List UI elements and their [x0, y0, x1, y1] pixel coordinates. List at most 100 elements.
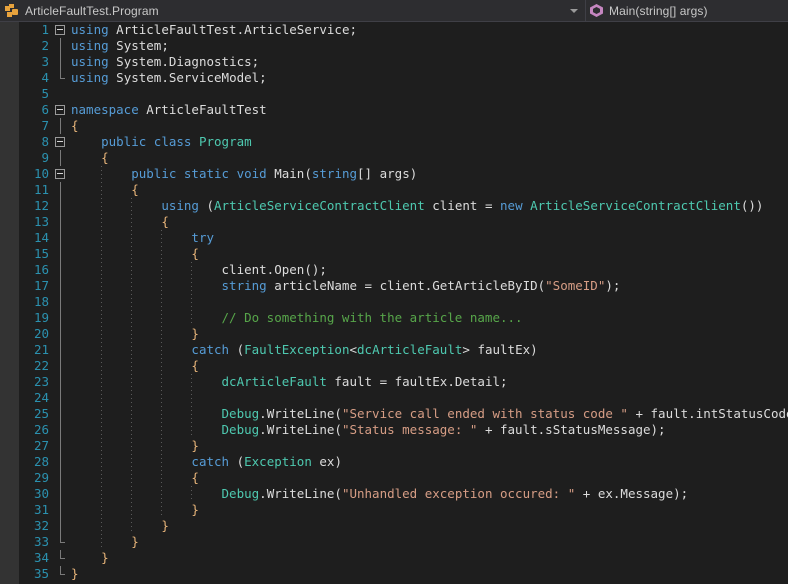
code-text[interactable]: using ArticleFaultTest.ArticleService; [69, 22, 788, 38]
code-surface[interactable]: 1 using ArticleFaultTest.ArticleService; 2… [19, 22, 788, 584]
code-text[interactable] [69, 294, 788, 310]
code-line[interactable]: 34 } [19, 550, 788, 566]
code-line[interactable]: 23 dcArticleFault fault = faultEx.Detail… [19, 374, 788, 390]
outlining-margin[interactable] [53, 550, 69, 566]
code-text[interactable]: client.Open(); [69, 262, 788, 278]
code-line[interactable]: 11 { [19, 182, 788, 198]
code-text[interactable]: { [69, 182, 788, 198]
outlining-margin[interactable] [53, 182, 69, 198]
code-text[interactable]: Debug.WriteLine("Unhandled exception occ… [69, 486, 788, 502]
code-line[interactable]: 35} [19, 566, 788, 582]
outlining-margin[interactable] [53, 246, 69, 262]
code-text[interactable]: Debug.WriteLine("Status message: " + fau… [69, 422, 788, 438]
code-text[interactable]: string articleName = client.GetArticleBy… [69, 278, 788, 294]
code-text[interactable]: catch (Exception ex) [69, 454, 788, 470]
code-text[interactable]: } [69, 326, 788, 342]
code-text[interactable]: } [69, 518, 788, 534]
code-line[interactable]: 1 using ArticleFaultTest.ArticleService; [19, 22, 788, 38]
outlining-margin[interactable] [53, 198, 69, 214]
code-line[interactable]: 10 public static void Main(string[] args… [19, 166, 788, 182]
outlining-margin[interactable] [53, 502, 69, 518]
code-text[interactable]: } [69, 502, 788, 518]
indicator-margin[interactable] [0, 22, 19, 584]
code-text[interactable]: { [69, 470, 788, 486]
editor-body[interactable]: 1 using ArticleFaultTest.ArticleService; 2… [0, 22, 788, 584]
outlining-margin[interactable] [53, 390, 69, 406]
code-line[interactable]: 27 } [19, 438, 788, 454]
code-line[interactable]: 14 try [19, 230, 788, 246]
code-line[interactable]: 32 } [19, 518, 788, 534]
method-dropdown[interactable]: Main(string[] args) [585, 0, 788, 21]
code-line[interactable]: 33 } [19, 534, 788, 550]
outlining-margin[interactable] [53, 118, 69, 134]
code-line[interactable]: 9 { [19, 150, 788, 166]
outlining-margin[interactable] [53, 230, 69, 246]
outlining-margin[interactable] [53, 422, 69, 438]
outlining-margin[interactable] [53, 374, 69, 390]
outlining-margin[interactable] [53, 470, 69, 486]
code-line[interactable]: 3 using System.Diagnostics; [19, 54, 788, 70]
outlining-margin[interactable] [53, 278, 69, 294]
class-dropdown[interactable]: ArticleFaultTest.Program [0, 0, 585, 21]
code-line[interactable]: 19 // Do something with the article name… [19, 310, 788, 326]
code-text[interactable]: namespace ArticleFaultTest [69, 102, 788, 118]
outlining-margin[interactable] [53, 534, 69, 550]
code-line[interactable]: 31 } [19, 502, 788, 518]
code-line[interactable]: 8 public class Program [19, 134, 788, 150]
outlining-margin[interactable] [53, 54, 69, 70]
outlining-margin[interactable] [53, 358, 69, 374]
code-text[interactable]: using System.Diagnostics; [69, 54, 788, 70]
outlining-margin[interactable] [53, 166, 69, 182]
code-text[interactable]: try [69, 230, 788, 246]
code-text[interactable]: { [69, 214, 788, 230]
code-text[interactable]: // Do something with the article name... [69, 310, 788, 326]
outlining-margin[interactable] [53, 86, 69, 102]
code-text[interactable]: } [69, 550, 788, 566]
code-text[interactable]: } [69, 438, 788, 454]
code-line[interactable]: 18 [19, 294, 788, 310]
code-line[interactable]: 25 Debug.WriteLine("Service call ended w… [19, 406, 788, 422]
code-line[interactable]: 30 Debug.WriteLine("Unhandled exception … [19, 486, 788, 502]
chevron-down-icon[interactable] [570, 8, 578, 13]
code-text[interactable]: dcArticleFault fault = faultEx.Detail; [69, 374, 788, 390]
code-text[interactable]: Debug.WriteLine("Service call ended with… [69, 406, 788, 422]
code-line[interactable]: 21 catch (FaultException<dcArticleFault>… [19, 342, 788, 358]
outlining-margin[interactable] [53, 454, 69, 470]
code-text[interactable]: } [69, 566, 788, 582]
outlining-margin[interactable] [53, 486, 69, 502]
code-line[interactable]: 6 namespace ArticleFaultTest [19, 102, 788, 118]
outlining-margin[interactable] [53, 134, 69, 150]
code-line[interactable]: 16 client.Open(); [19, 262, 788, 278]
code-text[interactable] [69, 390, 788, 406]
code-text[interactable]: using (ArticleServiceContractClient clie… [69, 198, 788, 214]
code-text[interactable]: public class Program [69, 134, 788, 150]
code-line[interactable]: 20 } [19, 326, 788, 342]
code-line[interactable]: 22 { [19, 358, 788, 374]
code-text[interactable]: catch (FaultException<dcArticleFault> fa… [69, 342, 788, 358]
outlining-margin[interactable] [53, 326, 69, 342]
outlining-margin[interactable] [53, 38, 69, 54]
outlining-margin[interactable] [53, 406, 69, 422]
outlining-margin[interactable] [53, 22, 69, 38]
code-line[interactable]: 13 { [19, 214, 788, 230]
code-text[interactable]: using System.ServiceModel; [69, 70, 788, 86]
collapse-icon[interactable] [55, 25, 65, 35]
code-line[interactable]: 28 catch (Exception ex) [19, 454, 788, 470]
code-text[interactable]: } [69, 534, 788, 550]
collapse-icon[interactable] [55, 137, 65, 147]
code-text[interactable]: using System; [69, 38, 788, 54]
outlining-margin[interactable] [53, 294, 69, 310]
code-text[interactable] [69, 86, 788, 102]
code-line[interactable]: 7{ [19, 118, 788, 134]
outlining-margin[interactable] [53, 566, 69, 582]
code-text[interactable]: { [69, 118, 788, 134]
outlining-margin[interactable] [53, 438, 69, 454]
code-text[interactable]: public static void Main(string[] args) [69, 166, 788, 182]
code-text[interactable]: { [69, 150, 788, 166]
outlining-margin[interactable] [53, 262, 69, 278]
code-line[interactable]: 2 using System; [19, 38, 788, 54]
outlining-margin[interactable] [53, 150, 69, 166]
collapse-icon[interactable] [55, 169, 65, 179]
outlining-margin[interactable] [53, 342, 69, 358]
code-text[interactable]: { [69, 246, 788, 262]
